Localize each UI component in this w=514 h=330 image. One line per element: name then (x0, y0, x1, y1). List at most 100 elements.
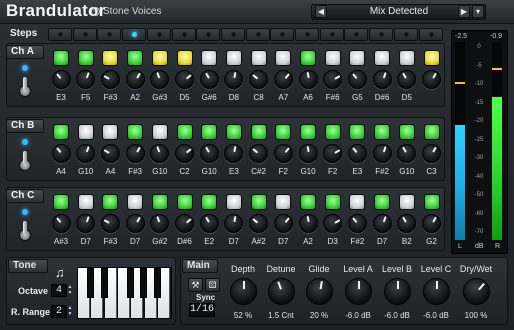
step-pad[interactable] (423, 124, 440, 140)
pitch-knob[interactable] (175, 70, 194, 89)
pitch-knob[interactable] (249, 70, 269, 89)
black-key[interactable] (87, 268, 94, 298)
pitch-knob[interactable] (51, 70, 71, 89)
step-pad[interactable] (275, 124, 292, 140)
step-pad[interactable] (102, 194, 119, 210)
pitch-knob[interactable] (298, 214, 318, 233)
step-pad[interactable] (349, 194, 366, 210)
pitch-knob[interactable] (273, 214, 293, 233)
step-pad[interactable] (176, 194, 193, 210)
step-pad[interactable] (53, 50, 69, 66)
main-knob[interactable] (229, 278, 257, 305)
step-led[interactable] (122, 28, 147, 41)
step-pad[interactable] (324, 194, 341, 210)
step-pad[interactable] (300, 50, 316, 66)
main-knob[interactable] (344, 278, 372, 305)
pitch-knob[interactable] (273, 70, 293, 89)
dice-icon[interactable]: ⚄ (205, 278, 220, 292)
pitch-knob[interactable] (372, 144, 392, 163)
pitch-knob[interactable] (51, 144, 71, 163)
step-pad[interactable] (423, 194, 440, 210)
pitch-knob[interactable] (125, 214, 145, 233)
step-pad[interactable] (275, 194, 292, 210)
pitch-knob[interactable] (347, 70, 367, 89)
channel-toggle-switch[interactable] (18, 77, 32, 101)
step-pad[interactable] (374, 50, 391, 66)
step-pad[interactable] (77, 124, 94, 140)
main-knob[interactable] (462, 278, 490, 305)
main-knob[interactable] (267, 278, 295, 305)
pitch-knob[interactable] (100, 214, 120, 233)
step-pad[interactable] (300, 124, 316, 140)
step-pad[interactable] (176, 50, 193, 66)
step-pad[interactable] (127, 194, 144, 210)
preset-prev-button[interactable]: ◀ (315, 5, 327, 18)
pitch-knob[interactable] (175, 144, 194, 163)
step-led[interactable] (48, 28, 72, 41)
step-led[interactable] (418, 28, 443, 41)
step-pad[interactable] (250, 124, 267, 140)
pitch-knob[interactable] (249, 214, 269, 233)
step-pad[interactable] (77, 50, 94, 66)
pitch-knob[interactable] (125, 70, 145, 89)
step-led[interactable] (344, 28, 369, 41)
pitch-knob[interactable] (273, 144, 293, 163)
step-pad[interactable] (53, 124, 69, 140)
preset-name[interactable]: Mix Detected (334, 6, 464, 17)
pitch-knob[interactable] (199, 70, 219, 89)
pitch-knob[interactable] (372, 214, 392, 233)
black-key[interactable] (140, 268, 147, 298)
step-pad[interactable] (250, 194, 267, 210)
step-led[interactable] (146, 28, 171, 41)
main-knob[interactable] (305, 278, 333, 305)
step-pad[interactable] (127, 124, 144, 140)
step-pad[interactable] (225, 194, 242, 210)
channel-toggle-switch[interactable] (18, 221, 32, 245)
pitch-knob[interactable] (125, 144, 145, 163)
pitch-knob[interactable] (298, 70, 318, 89)
piano-keyboard[interactable] (77, 267, 172, 319)
main-knob[interactable] (383, 278, 411, 305)
range-value[interactable]: 2 (51, 305, 67, 318)
step-pad[interactable] (275, 50, 292, 66)
step-pad[interactable] (423, 50, 440, 66)
tuning-fork-icon[interactable]: ⚒ (188, 278, 203, 292)
step-led[interactable] (72, 28, 97, 41)
step-led[interactable] (319, 28, 344, 41)
step-pad[interactable] (374, 124, 391, 140)
pitch-knob[interactable] (175, 214, 194, 233)
step-led[interactable] (270, 28, 295, 41)
step-pad[interactable] (201, 194, 218, 210)
step-led[interactable] (196, 28, 221, 41)
pitch-knob[interactable] (100, 70, 120, 89)
step-pad[interactable] (398, 194, 415, 210)
preset-next-button[interactable]: ▶ (458, 5, 470, 18)
step-pad[interactable] (300, 194, 316, 210)
main-knob[interactable] (422, 278, 450, 305)
step-pad[interactable] (398, 124, 415, 140)
step-pad[interactable] (77, 194, 94, 210)
black-key[interactable] (126, 268, 134, 298)
step-pad[interactable] (201, 50, 218, 66)
pitch-knob[interactable] (422, 214, 441, 233)
step-pad[interactable] (127, 50, 144, 66)
step-pad[interactable] (225, 124, 242, 140)
channel-toggle-switch[interactable] (18, 151, 32, 175)
pitch-knob[interactable] (51, 214, 71, 233)
step-led[interactable] (245, 28, 270, 41)
step-pad[interactable] (324, 124, 341, 140)
step-pad[interactable] (250, 50, 267, 66)
pitch-knob[interactable] (422, 144, 441, 163)
step-led[interactable] (393, 28, 418, 41)
step-pad[interactable] (102, 124, 119, 140)
step-pad[interactable] (349, 124, 366, 140)
step-pad[interactable] (324, 50, 341, 66)
black-key[interactable] (100, 268, 108, 298)
pitch-knob[interactable] (347, 214, 367, 233)
pitch-knob[interactable] (199, 144, 219, 163)
step-led[interactable] (220, 28, 245, 41)
step-pad[interactable] (398, 50, 415, 66)
black-key[interactable] (153, 268, 161, 298)
step-led[interactable] (295, 28, 319, 41)
octave-value[interactable]: 4 (51, 284, 67, 297)
